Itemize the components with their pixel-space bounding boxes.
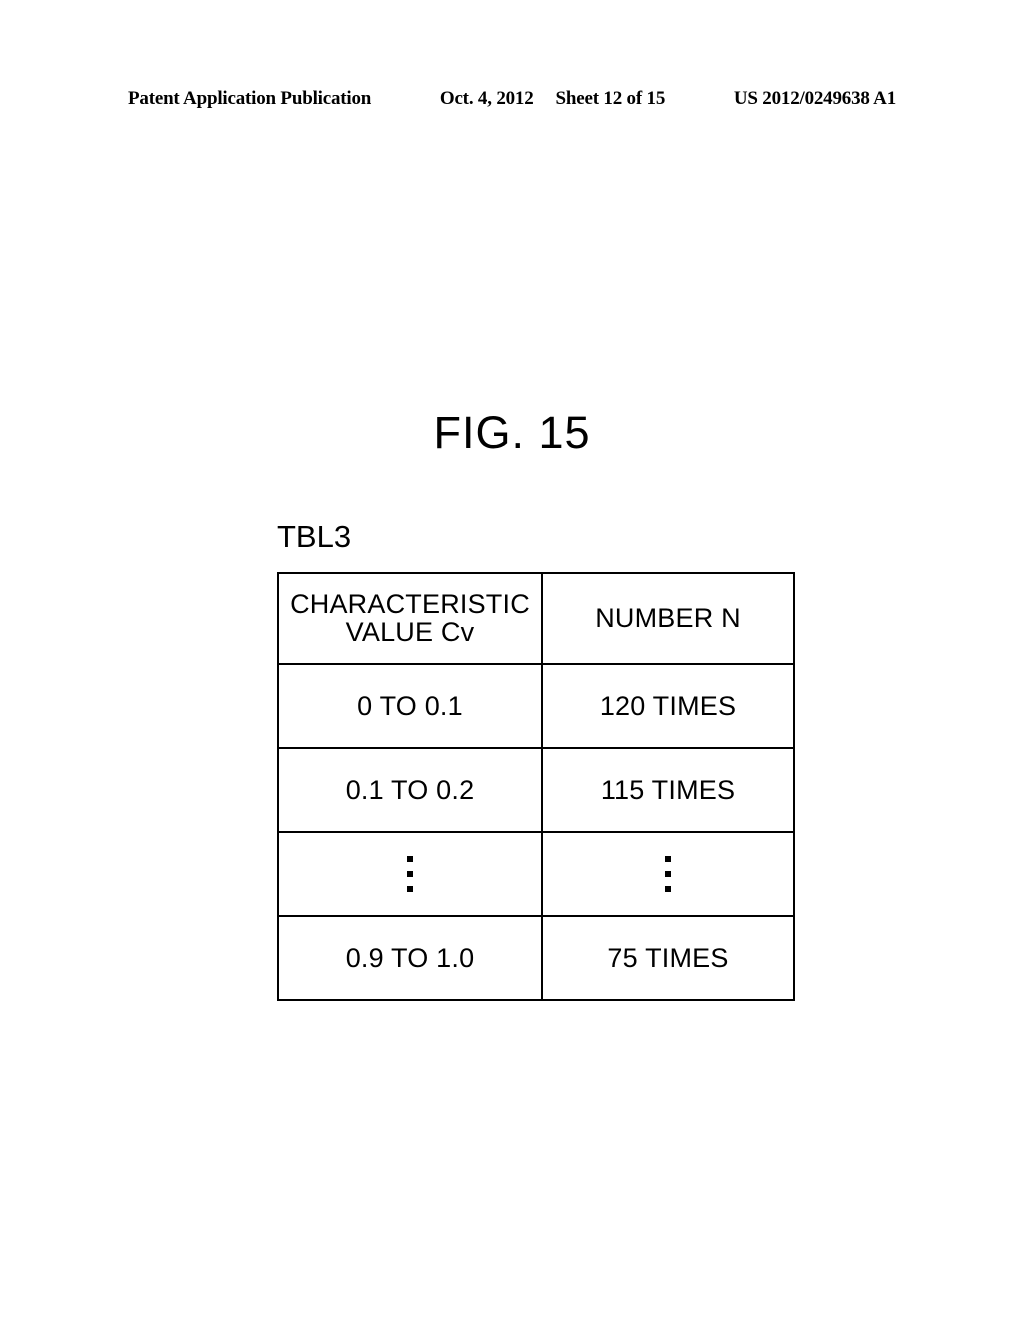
characteristic-value-table: CHARACTERISTIC VALUE Cv NUMBER N 0 TO 0.… (277, 572, 795, 1001)
table-row-ellipsis (277, 831, 795, 917)
table-label-tbl3: TBL3 (277, 519, 352, 554)
ellipsis-dot (407, 886, 413, 892)
cell-number-n: 75 TIMES (541, 915, 795, 1001)
cell-number-n: 120 TIMES (541, 663, 795, 749)
column-header-cv-line-1: CHARACTERISTIC (290, 588, 530, 619)
cell-characteristic-value-ellipsis (277, 831, 543, 917)
figure-table-container: CHARACTERISTIC VALUE Cv NUMBER N 0 TO 0.… (277, 572, 795, 1001)
vertical-ellipsis-icon (543, 833, 793, 915)
ellipsis-dot (665, 886, 671, 892)
cell-number-n: 115 TIMES (541, 747, 795, 833)
patent-number: US 2012/0249638 A1 (733, 88, 896, 109)
sheet-number: Sheet 12 of 15 (555, 88, 666, 109)
page-running-header: Patent Application Publication Oct. 4, 2… (128, 88, 896, 110)
figure-title: FIG. 15 (433, 407, 591, 458)
cell-characteristic-value: 0.9 TO 1.0 (277, 915, 543, 1001)
vertical-dots (665, 833, 671, 915)
header-middle-group: Oct. 4, 2012 Sheet 12 of 15 (440, 88, 665, 110)
cell-characteristic-value: 0.1 TO 0.2 (277, 747, 543, 833)
cell-number-n-ellipsis (541, 831, 795, 917)
table-row: 0.1 TO 0.2 115 TIMES (277, 747, 795, 833)
column-header-characteristic-value: CHARACTERISTIC VALUE Cv (277, 572, 543, 665)
column-header-cv-line-2: VALUE Cv (345, 616, 475, 647)
publication-label: Patent Application Publication (128, 88, 372, 109)
cell-characteristic-value: 0 TO 0.1 (277, 663, 543, 749)
ellipsis-dot (407, 856, 413, 862)
table-row: 0.9 TO 1.0 75 TIMES (277, 915, 795, 1001)
publication-date: Oct. 4, 2012 (439, 88, 534, 109)
column-header-number-n: NUMBER N (541, 572, 795, 665)
table-row: 0 TO 0.1 120 TIMES (277, 663, 795, 749)
vertical-dots (407, 833, 413, 915)
ellipsis-dot (407, 871, 413, 877)
ellipsis-dot (665, 856, 671, 862)
ellipsis-dot (665, 871, 671, 877)
table-header-row: CHARACTERISTIC VALUE Cv NUMBER N (277, 572, 795, 665)
table-body: CHARACTERISTIC VALUE Cv NUMBER N 0 TO 0.… (277, 572, 795, 1001)
vertical-ellipsis-icon (279, 833, 541, 915)
